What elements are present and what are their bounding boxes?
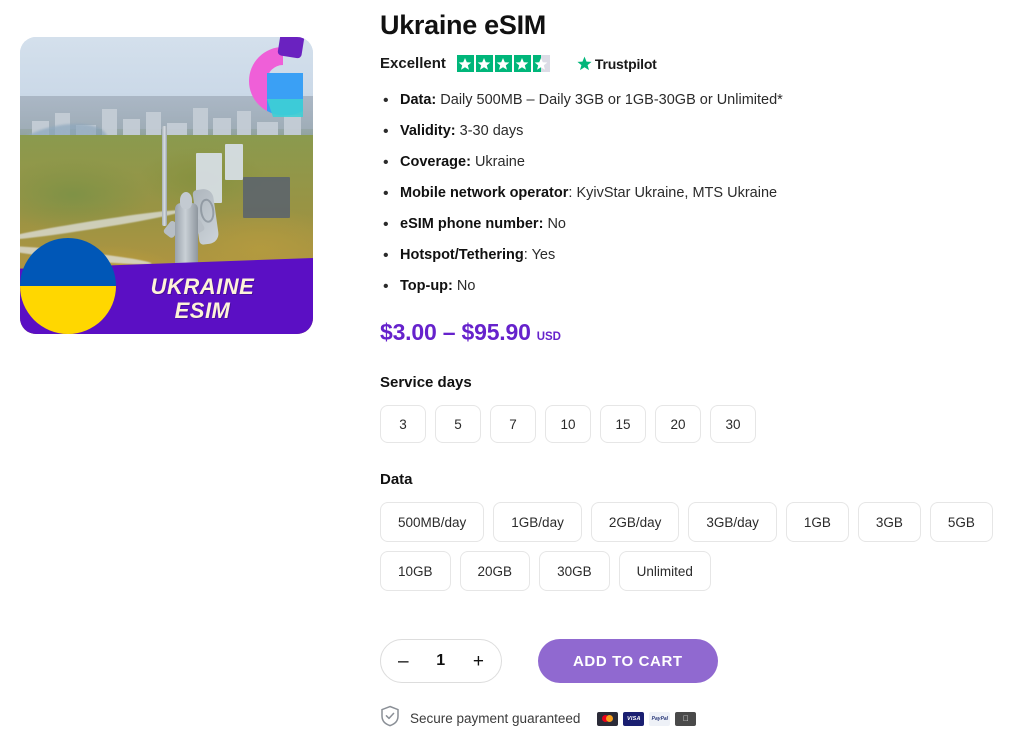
star-icon: [456, 55, 474, 72]
data-option[interactable]: 3GB/day: [688, 502, 777, 543]
star-rating: [456, 55, 550, 72]
data-option[interactable]: 20GB: [459, 551, 531, 592]
secure-payment-text: Secure payment guaranteed: [410, 711, 581, 727]
price-range: $3.00 – $95.90 USD: [380, 319, 1010, 346]
star-icon: [494, 55, 512, 72]
feature-label: Coverage:: [400, 154, 471, 171]
feature-value: No: [456, 278, 476, 295]
statue-head: [180, 192, 193, 209]
data-heading: Data: [380, 471, 413, 489]
list-item: Data: Daily 500MB – Daily 3GB or 1GB-30G…: [383, 89, 1010, 112]
building: [225, 143, 243, 180]
page-title: Ukraine eSIM: [380, 10, 546, 40]
data-option[interactable]: 1GB/day: [493, 502, 582, 543]
service-days-heading: Service days: [380, 374, 472, 392]
secure-payment-row: Secure payment guaranteed VISA PayPal : [380, 705, 1010, 732]
feature-label: Validity:: [400, 123, 456, 140]
feature-value: No: [547, 216, 566, 233]
product-gallery: UKRAINE ESIM: [20, 37, 313, 334]
product-features-list: Data: Daily 500MB – Daily 3GB or 1GB-30G…: [380, 89, 1010, 298]
data-option[interactable]: 2GB/day: [590, 502, 680, 543]
feature-label: Mobile network operator: [400, 185, 569, 202]
service-days-option[interactable]: 3: [380, 405, 426, 444]
cart-controls: – 1 + ADD TO CART: [380, 639, 1010, 684]
flag-blue-half: [20, 238, 116, 286]
product-page: UKRAINE ESIM Ukraine eSIM Excellent Trus…: [0, 0, 1024, 742]
building: [242, 176, 290, 219]
feature-label: Data:: [400, 92, 437, 108]
list-item: Coverage: Ukraine: [383, 151, 1010, 174]
ukraine-flag-icon: [20, 238, 116, 334]
star-icon: [475, 55, 493, 72]
data-option[interactable]: 5GB: [929, 502, 993, 543]
service-days-option[interactable]: 15: [600, 405, 646, 444]
quantity-decrement-button[interactable]: –: [398, 652, 409, 671]
shield-check-icon: [380, 705, 400, 732]
trustpilot-rating[interactable]: Excellent Trustpilot: [380, 55, 1010, 72]
banner-line-2: ESIM: [174, 298, 231, 323]
service-days-options: 3 5 7 10 15 20 30: [380, 405, 1010, 444]
trustpilot-logo[interactable]: Trustpilot: [577, 56, 657, 72]
flag-yellow-half: [20, 286, 116, 334]
data-option[interactable]: 10GB: [380, 551, 451, 592]
service-days-option[interactable]: 20: [655, 405, 701, 444]
paypal-icon: PayPal: [649, 711, 671, 726]
rating-word: Excellent: [380, 55, 446, 72]
data-option[interactable]: 1GB: [785, 502, 849, 543]
price-currency: USD: [536, 331, 561, 344]
list-item: Hotspot/Tethering: Yes: [383, 244, 1010, 267]
star-half-icon: [532, 55, 550, 72]
mastercard-icon: [597, 711, 619, 726]
quantity-value[interactable]: 1: [436, 652, 445, 670]
data-option[interactable]: 30GB: [539, 551, 610, 592]
quantity-increment-button[interactable]: +: [473, 652, 484, 671]
product-details: Ukraine eSIM Excellent Trustpilot Data: …: [380, 0, 1010, 732]
applepay-icon: : [675, 711, 697, 726]
feature-label: eSIM phone number:: [400, 216, 544, 233]
list-item: Validity: 3-30 days: [383, 120, 1010, 143]
data-options: 500MB/day 1GB/day 2GB/day 3GB/day 1GB 3G…: [380, 502, 1010, 592]
feature-value: 3-30 days: [459, 123, 524, 140]
feature-label: Top-up:: [400, 278, 453, 295]
data-option[interactable]: 500MB/day: [380, 502, 485, 543]
feature-label: Hotspot/Tethering: [400, 247, 524, 264]
list-item: Top-up: No: [383, 275, 1010, 298]
list-item: eSIM phone number: No: [383, 213, 1010, 236]
visa-icon: VISA: [623, 711, 645, 726]
list-item: Mobile network operator: KyivStar Ukrain…: [383, 182, 1010, 205]
banner-line-1: UKRAINE: [150, 274, 255, 300]
star-icon: [513, 55, 531, 72]
trustpilot-wordmark: Trustpilot: [594, 55, 657, 72]
feature-value: : Yes: [523, 247, 556, 264]
statue-sword: [161, 126, 168, 226]
feature-value: Daily 500MB – Daily 3GB or 1GB-30GB or U…: [440, 92, 783, 108]
data-option[interactable]: Unlimited: [618, 551, 711, 592]
quantity-stepper[interactable]: – 1 +: [380, 639, 502, 684]
payment-methods: VISA PayPal : [597, 711, 697, 726]
feature-value: Ukraine: [474, 154, 525, 171]
service-days-option[interactable]: 30: [710, 405, 756, 444]
feature-value: : KyivStar Ukraine, MTS Ukraine: [568, 185, 778, 202]
price-value: $3.00 – $95.90: [380, 319, 531, 346]
brand-arc-decoration: [217, 37, 309, 125]
service-days-option[interactable]: 7: [490, 405, 536, 444]
service-days-option[interactable]: 10: [545, 405, 591, 444]
service-days-option[interactable]: 5: [435, 405, 481, 444]
product-image[interactable]: UKRAINE ESIM: [20, 37, 313, 334]
add-to-cart-button[interactable]: ADD TO CART: [538, 639, 718, 684]
data-option[interactable]: 3GB: [857, 502, 921, 543]
trustpilot-star-icon: [577, 56, 592, 71]
